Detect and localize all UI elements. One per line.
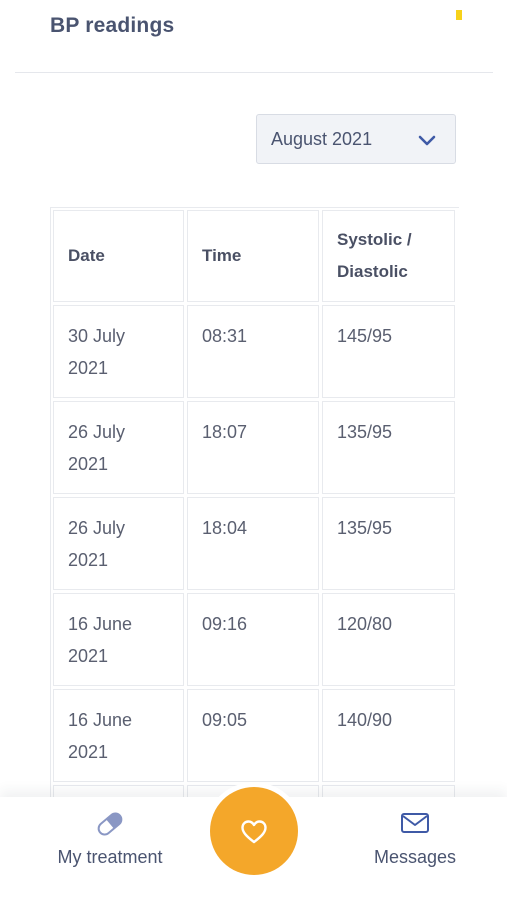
cell-blood-pressure: 145/95 xyxy=(322,305,455,398)
table-row: 26 July 2021 18:04 135/95 xyxy=(53,497,455,590)
table-row: 30 July 2021 08:31 145/95 xyxy=(53,305,455,398)
envelope-icon xyxy=(401,813,429,833)
cell-blood-pressure: 120/80 xyxy=(322,593,455,686)
cell-date: 16 June 2021 xyxy=(53,593,184,686)
nav-my-treatment[interactable]: My treatment xyxy=(40,809,180,879)
cell-time: 08:31 xyxy=(187,305,319,398)
cell-blood-pressure: 135/95 xyxy=(322,497,455,590)
table-row: 16 June 2021 09:05 140/90 xyxy=(53,689,455,782)
cell-date: 16 June 2021 xyxy=(53,689,184,782)
cell-time: 18:07 xyxy=(187,401,319,494)
chevron-down-icon xyxy=(418,135,436,146)
table-row: 16 June 2021 09:16 120/80 xyxy=(53,593,455,686)
cell-time: 09:05 xyxy=(187,689,319,782)
column-header-blood-pressure: Systolic / Diastolic xyxy=(322,210,455,302)
cell-date: 26 July 2021 xyxy=(53,497,184,590)
cell-time: 18:04 xyxy=(187,497,319,590)
column-header-time: Time xyxy=(187,210,319,302)
nav-my-treatment-label: My treatment xyxy=(57,847,163,867)
bp-readings-button[interactable] xyxy=(210,787,298,875)
page-title: BP readings xyxy=(50,14,175,37)
table-row: 26 July 2021 18:07 135/95 xyxy=(53,401,455,494)
cell-blood-pressure: 140/90 xyxy=(322,689,455,782)
month-select[interactable]: August 2021 xyxy=(256,114,456,164)
cell-time: 09:16 xyxy=(187,593,319,686)
pill-icon xyxy=(97,812,123,836)
readings-table-container[interactable]: Date Time Systolic / Diastolic 30 July 202… xyxy=(50,207,459,798)
month-select-value: August 2021 xyxy=(271,129,373,149)
cell-date: 30 July 2021 xyxy=(53,305,184,398)
header-divider xyxy=(15,72,493,73)
cell-date: 26 July 2021 xyxy=(53,401,184,494)
readings-table: Date Time Systolic / Diastolic 30 July 202… xyxy=(51,208,458,798)
table-header-row: Date Time Systolic / Diastolic xyxy=(53,210,455,302)
heart-icon xyxy=(241,820,267,844)
status-marker xyxy=(456,10,462,20)
nav-messages-label: Messages xyxy=(373,847,457,867)
app-header: BP readings xyxy=(0,0,507,74)
nav-messages[interactable]: Messages xyxy=(355,809,475,879)
cell-blood-pressure: 135/95 xyxy=(322,401,455,494)
column-header-date: Date xyxy=(53,210,184,302)
